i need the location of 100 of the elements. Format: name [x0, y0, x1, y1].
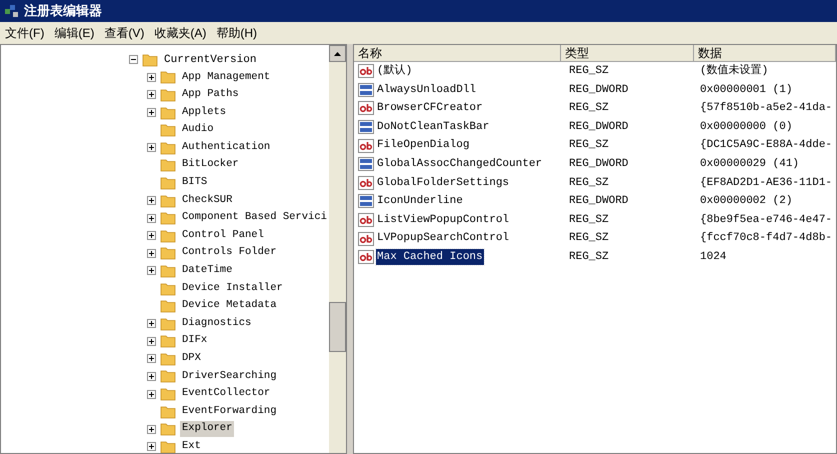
- collapse-icon[interactable]: [129, 55, 138, 64]
- expand-icon[interactable]: [147, 442, 156, 452]
- value-name[interactable]: Max Cached Icons: [376, 248, 484, 266]
- tree-item[interactable]: Device Installer: [180, 280, 285, 296]
- binary-value-icon: [358, 157, 374, 172]
- column-header[interactable]: 类型: [561, 45, 694, 62]
- menu-item[interactable]: 文件(F): [0, 24, 50, 42]
- folder-icon: [160, 282, 176, 296]
- expand-icon[interactable]: [147, 196, 156, 206]
- value-data: {EF8AD2D1-AE36-11D1-: [699, 176, 834, 191]
- up-arrow-icon: [334, 52, 341, 56]
- expand-icon[interactable]: [147, 248, 156, 258]
- folder-icon: [160, 106, 176, 120]
- tree-item[interactable]: App Paths: [180, 87, 241, 103]
- tree-item[interactable]: App Management: [180, 70, 272, 86]
- value-name[interactable]: AlwaysUnloadDll: [376, 82, 478, 98]
- folder-icon: [160, 440, 176, 453]
- expand-icon[interactable]: [147, 108, 156, 118]
- folder-icon: [142, 52, 158, 67]
- value-data: 0x00000029 (41): [699, 157, 800, 172]
- menu-item[interactable]: 帮助(H): [211, 24, 262, 42]
- tree-item[interactable]: Audio: [180, 122, 216, 138]
- expand-icon[interactable]: [147, 72, 156, 82]
- tree-item[interactable]: CheckSUR: [180, 192, 234, 208]
- value-type: REG_SZ: [568, 138, 610, 154]
- expand-icon[interactable]: [147, 424, 156, 434]
- value-name[interactable]: LVPopupSearchControl: [376, 230, 510, 247]
- expand-icon[interactable]: [147, 143, 156, 152]
- binary-value-icon: [358, 120, 374, 134]
- value-data: 0x00000001 (1): [699, 82, 794, 98]
- string-value-icon: [358, 138, 374, 153]
- value-data: {8be9f5ea-e746-4e47-: [699, 212, 834, 228]
- menu-item[interactable]: 编辑(E): [49, 24, 100, 42]
- value-data: (数值未设置): [699, 63, 770, 80]
- string-value-icon: [358, 64, 374, 78]
- folder-icon: [160, 88, 176, 102]
- value-type: REG_DWORD: [568, 120, 630, 135]
- tree-item[interactable]: DriverSearching: [180, 368, 279, 384]
- column-header[interactable]: 数据: [694, 45, 836, 62]
- expand-icon[interactable]: [147, 336, 156, 346]
- binary-value-icon: [358, 82, 374, 97]
- scroll-thumb[interactable]: [329, 302, 346, 352]
- tree-item[interactable]: DateTime: [180, 263, 234, 279]
- tree-item[interactable]: EventCollector: [180, 386, 272, 402]
- value-name[interactable]: (默认): [376, 63, 414, 80]
- expand-icon[interactable]: [147, 231, 156, 240]
- folder-icon: [160, 211, 176, 226]
- string-value-icon: [358, 250, 374, 264]
- folder-icon: [160, 158, 176, 172]
- expand-icon[interactable]: [147, 354, 156, 364]
- expand-icon[interactable]: [147, 372, 156, 381]
- folder-icon: [160, 404, 176, 419]
- value-name[interactable]: DoNotCleanTaskBar: [376, 118, 490, 136]
- folder-icon: [160, 387, 176, 402]
- value-name[interactable]: BrowserCFCreator: [376, 100, 484, 117]
- column-header[interactable]: 名称: [354, 45, 561, 62]
- scrollbar[interactable]: [329, 45, 346, 453]
- expand-icon[interactable]: [147, 266, 156, 276]
- value-type: REG_DWORD: [568, 82, 630, 98]
- tree-item[interactable]: DIFx: [180, 333, 210, 350]
- tree-item[interactable]: Diagnostics: [180, 316, 254, 332]
- folder-icon: [160, 316, 176, 331]
- value-type: REG_SZ: [568, 212, 610, 228]
- tree-item[interactable]: Device Metadata: [180, 298, 279, 314]
- tree-item[interactable]: Ext: [180, 438, 203, 453]
- tree-item[interactable]: Applets: [180, 104, 228, 120]
- value-name[interactable]: FileOpenDialog: [376, 137, 470, 154]
- expand-icon[interactable]: [147, 390, 156, 399]
- folder-icon: [160, 422, 176, 436]
- tree-item[interactable]: Authentication: [180, 140, 272, 156]
- expand-icon[interactable]: [147, 319, 156, 328]
- value-name[interactable]: ListViewPopupControl: [376, 212, 510, 228]
- value-data: {DC1C5A9C-E88A-4dde-: [699, 138, 834, 154]
- tree-item[interactable]: BitLocker: [180, 157, 241, 174]
- value-data: {57f8510b-a5e2-41da-: [699, 101, 834, 116]
- value-name[interactable]: IconUnderline: [376, 193, 464, 210]
- menu-item[interactable]: 收藏夹(A): [149, 24, 212, 42]
- tree-item[interactable]: EventForwarding: [180, 404, 279, 420]
- tree-item[interactable]: CurrentVersion: [162, 52, 258, 68]
- tree-item[interactable]: Explorer: [180, 421, 234, 438]
- string-value-icon: [358, 101, 374, 116]
- folder-icon: [160, 264, 176, 278]
- tree-item[interactable]: Control Panel: [180, 228, 266, 244]
- scroll-up-button[interactable]: [329, 45, 346, 62]
- value-type: REG_SZ: [568, 101, 610, 116]
- binary-value-icon: [358, 194, 374, 208]
- folder-icon: [160, 140, 176, 155]
- tree-item[interactable]: DPX: [180, 351, 203, 367]
- value-name[interactable]: GlobalFolderSettings: [376, 174, 510, 192]
- value-type: REG_DWORD: [568, 157, 630, 172]
- value-name[interactable]: GlobalAssocChangedCounter: [376, 156, 544, 173]
- expand-icon[interactable]: [147, 90, 156, 100]
- string-value-icon: [358, 176, 374, 190]
- value-data: {fccf70c8-f4d7-4d8b-: [699, 231, 834, 246]
- expand-icon[interactable]: [147, 214, 156, 223]
- tree-item[interactable]: Component Based Servici: [180, 210, 329, 226]
- menu-item[interactable]: 查看(V): [99, 24, 150, 42]
- tree-item[interactable]: BITS: [180, 175, 210, 191]
- folder-icon: [160, 70, 176, 84]
- tree-item[interactable]: Controls Folder: [180, 245, 279, 262]
